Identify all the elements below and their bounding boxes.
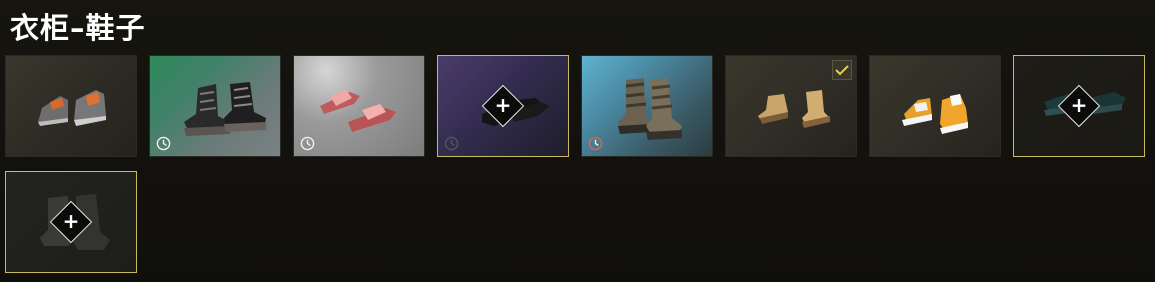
shoe-item-tile[interactable] xyxy=(293,55,425,157)
add-glyph: + xyxy=(494,93,512,117)
sneaker-gray-orange-laces-icon xyxy=(38,90,106,126)
shoe-item-tile[interactable] xyxy=(149,55,281,157)
shoe-item-tile[interactable]: + xyxy=(437,55,569,157)
shoe-item-tile[interactable] xyxy=(581,55,713,157)
shoe-item-tile[interactable]: + xyxy=(5,171,137,273)
timer-clock-icon xyxy=(156,136,171,151)
sneakers-yellow-icon xyxy=(902,94,968,134)
add-glyph: + xyxy=(1070,93,1088,117)
timer-clock-icon xyxy=(588,136,603,151)
shoe-item-tile[interactable]: + xyxy=(1013,55,1145,157)
checkmark-icon xyxy=(835,65,849,76)
add-glyph: + xyxy=(62,209,80,233)
shoe-item-tile[interactable] xyxy=(5,55,137,157)
wardrobe-shoes-screen: 衣柜–鞋子 + + + xyxy=(0,0,1155,282)
timer-clock-icon xyxy=(444,136,459,151)
shoe-item-tile[interactable] xyxy=(869,55,1001,157)
page-title: 衣柜–鞋子 xyxy=(10,11,146,45)
equipped-checkmark xyxy=(832,60,852,80)
shoe-item-tile[interactable] xyxy=(725,55,857,157)
timer-clock-icon xyxy=(300,136,315,151)
